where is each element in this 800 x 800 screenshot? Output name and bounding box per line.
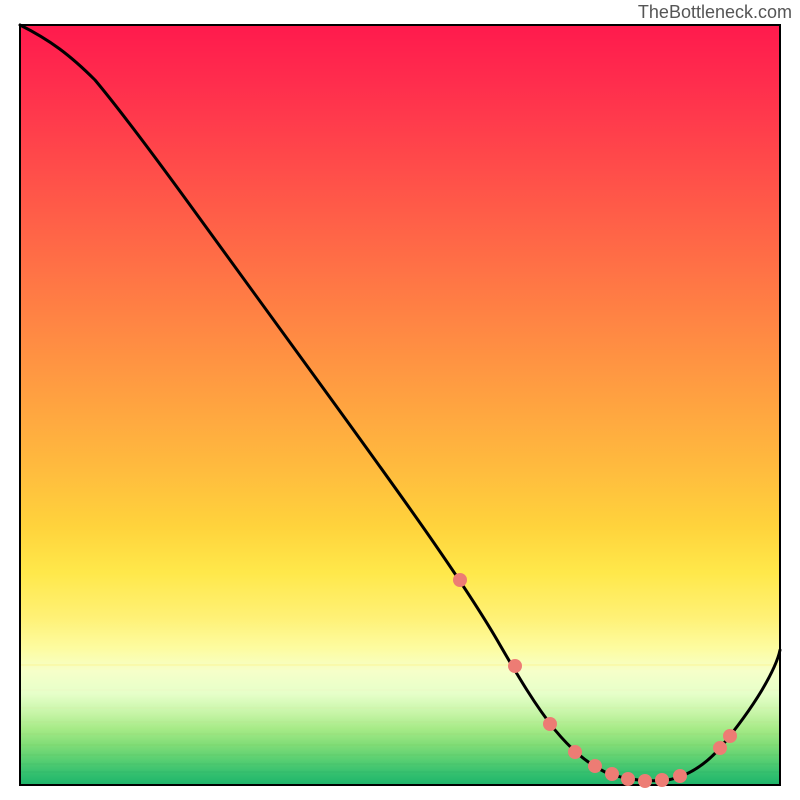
plot-background [20,25,780,785]
chart-svg [0,0,800,800]
chart-container: TheBottleneck.com [0,0,800,800]
attribution-text: TheBottleneck.com [638,2,792,23]
